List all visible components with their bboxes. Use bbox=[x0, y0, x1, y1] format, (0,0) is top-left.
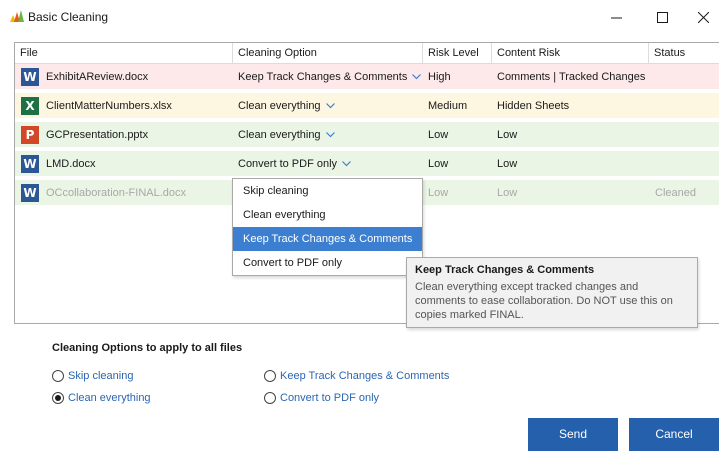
table-row[interactable]: X ClientMatterNumbers.xlsx Clean everythin… bbox=[15, 93, 719, 119]
chevron-down-icon[interactable] bbox=[342, 161, 351, 167]
cleaning-option-cell[interactable]: Clean everything bbox=[238, 122, 335, 148]
close-button[interactable] bbox=[688, 4, 719, 30]
maximize-icon bbox=[656, 11, 668, 23]
content-risk-cell: Hidden Sheets bbox=[497, 100, 570, 112]
content-risk-cell: Comments | Tracked Changes bbox=[497, 71, 646, 83]
maximize-button[interactable] bbox=[642, 4, 682, 30]
word-icon: W bbox=[21, 155, 39, 173]
risk-level-cell: Low bbox=[428, 158, 449, 170]
cancel-button[interactable]: Cancel bbox=[629, 418, 719, 451]
window-title: Basic Cleaning bbox=[28, 10, 109, 24]
risk-level-cell: Low bbox=[428, 187, 449, 199]
radio-keep-track-changes[interactable]: Keep Track Changes & Comments bbox=[264, 368, 449, 384]
cleaning-option-dropdown[interactable]: Skip cleaning Clean everything Keep Trac… bbox=[232, 178, 423, 276]
radio-button-checked-icon bbox=[52, 392, 64, 404]
word-icon: W bbox=[21, 68, 39, 86]
app-logo-icon bbox=[10, 10, 24, 22]
radio-label: Convert to PDF only bbox=[280, 392, 380, 404]
content-risk-cell: Low bbox=[497, 187, 518, 199]
excel-icon: X bbox=[21, 97, 39, 115]
table-row[interactable]: P GCPresentation.pptx Clean everything Low L… bbox=[15, 122, 719, 148]
option-tooltip: Keep Track Changes & Comments Clean ever… bbox=[406, 257, 698, 328]
tooltip-title: Keep Track Changes & Comments bbox=[415, 264, 595, 276]
content-risk-cell: Low bbox=[497, 129, 518, 141]
dropdown-item-keep-track-changes[interactable]: Keep Track Changes & Comments bbox=[233, 227, 422, 251]
cleaning-options-title: Cleaning Options to apply to all files bbox=[52, 342, 243, 354]
dropdown-item-clean-everything[interactable]: Clean everything bbox=[233, 203, 422, 227]
dropdown-item-convert-to-pdf[interactable]: Convert to PDF only bbox=[233, 251, 422, 275]
powerpoint-icon: P bbox=[21, 126, 39, 144]
close-icon bbox=[698, 11, 709, 23]
radio-label: Skip cleaning bbox=[68, 370, 134, 382]
grid-header: File Cleaning Option Risk Level Content … bbox=[15, 43, 719, 64]
radio-label: Keep Track Changes & Comments bbox=[280, 370, 450, 382]
dropdown-item-skip-cleaning[interactable]: Skip cleaning bbox=[233, 179, 422, 203]
tooltip-body: Clean everything except tracked changes … bbox=[415, 281, 673, 321]
file-name-cell: ExhibitAReview.docx bbox=[46, 71, 149, 83]
chevron-down-icon[interactable] bbox=[325, 103, 335, 109]
title-bar: Basic Cleaning bbox=[0, 0, 719, 34]
minimize-icon bbox=[610, 17, 622, 18]
cleaning-option-cell[interactable]: Convert to PDF only bbox=[238, 151, 351, 177]
radio-skip-cleaning[interactable]: Skip cleaning bbox=[52, 368, 133, 384]
column-header-cleaning-option[interactable]: Cleaning Option bbox=[233, 43, 423, 63]
file-name-cell: OCcollaboration-FINAL.docx bbox=[46, 187, 187, 199]
cleaning-option-cell[interactable]: Clean everything bbox=[238, 93, 335, 119]
risk-level-cell: High bbox=[428, 71, 451, 83]
minimize-button[interactable] bbox=[596, 4, 636, 30]
radio-button-icon bbox=[264, 392, 276, 404]
column-header-risk-level[interactable]: Risk Level bbox=[423, 43, 492, 63]
chevron-down-icon[interactable] bbox=[325, 132, 335, 138]
table-row[interactable]: W ExhibitAReview.docx Keep Track Changes &… bbox=[15, 64, 719, 90]
chevron-down-icon[interactable] bbox=[412, 74, 422, 80]
content-risk-cell: Low bbox=[497, 158, 518, 170]
status-cell: Cleaned bbox=[655, 187, 696, 199]
radio-button-icon bbox=[52, 370, 64, 382]
send-button[interactable]: Send bbox=[528, 418, 618, 451]
file-name-cell: LMD.docx bbox=[46, 158, 96, 170]
file-name-cell: ClientMatterNumbers.xlsx bbox=[46, 100, 172, 112]
radio-label: Clean everything bbox=[68, 392, 151, 404]
radio-convert-to-pdf[interactable]: Convert to PDF only bbox=[264, 390, 379, 406]
file-name-cell: GCPresentation.pptx bbox=[46, 129, 149, 141]
table-row[interactable]: W LMD.docx Convert to PDF only Low Low bbox=[15, 151, 719, 177]
cleaning-option-cell[interactable]: Keep Track Changes & Comments bbox=[238, 64, 422, 90]
radio-button-icon bbox=[264, 370, 276, 382]
column-header-status[interactable]: Status bbox=[649, 43, 719, 63]
word-icon: W bbox=[21, 184, 39, 202]
column-header-content-risk[interactable]: Content Risk bbox=[492, 43, 649, 63]
risk-level-cell: Medium bbox=[428, 100, 468, 112]
radio-clean-everything[interactable]: Clean everything bbox=[52, 390, 151, 406]
column-header-file[interactable]: File bbox=[15, 43, 233, 63]
risk-level-cell: Low bbox=[428, 129, 449, 141]
